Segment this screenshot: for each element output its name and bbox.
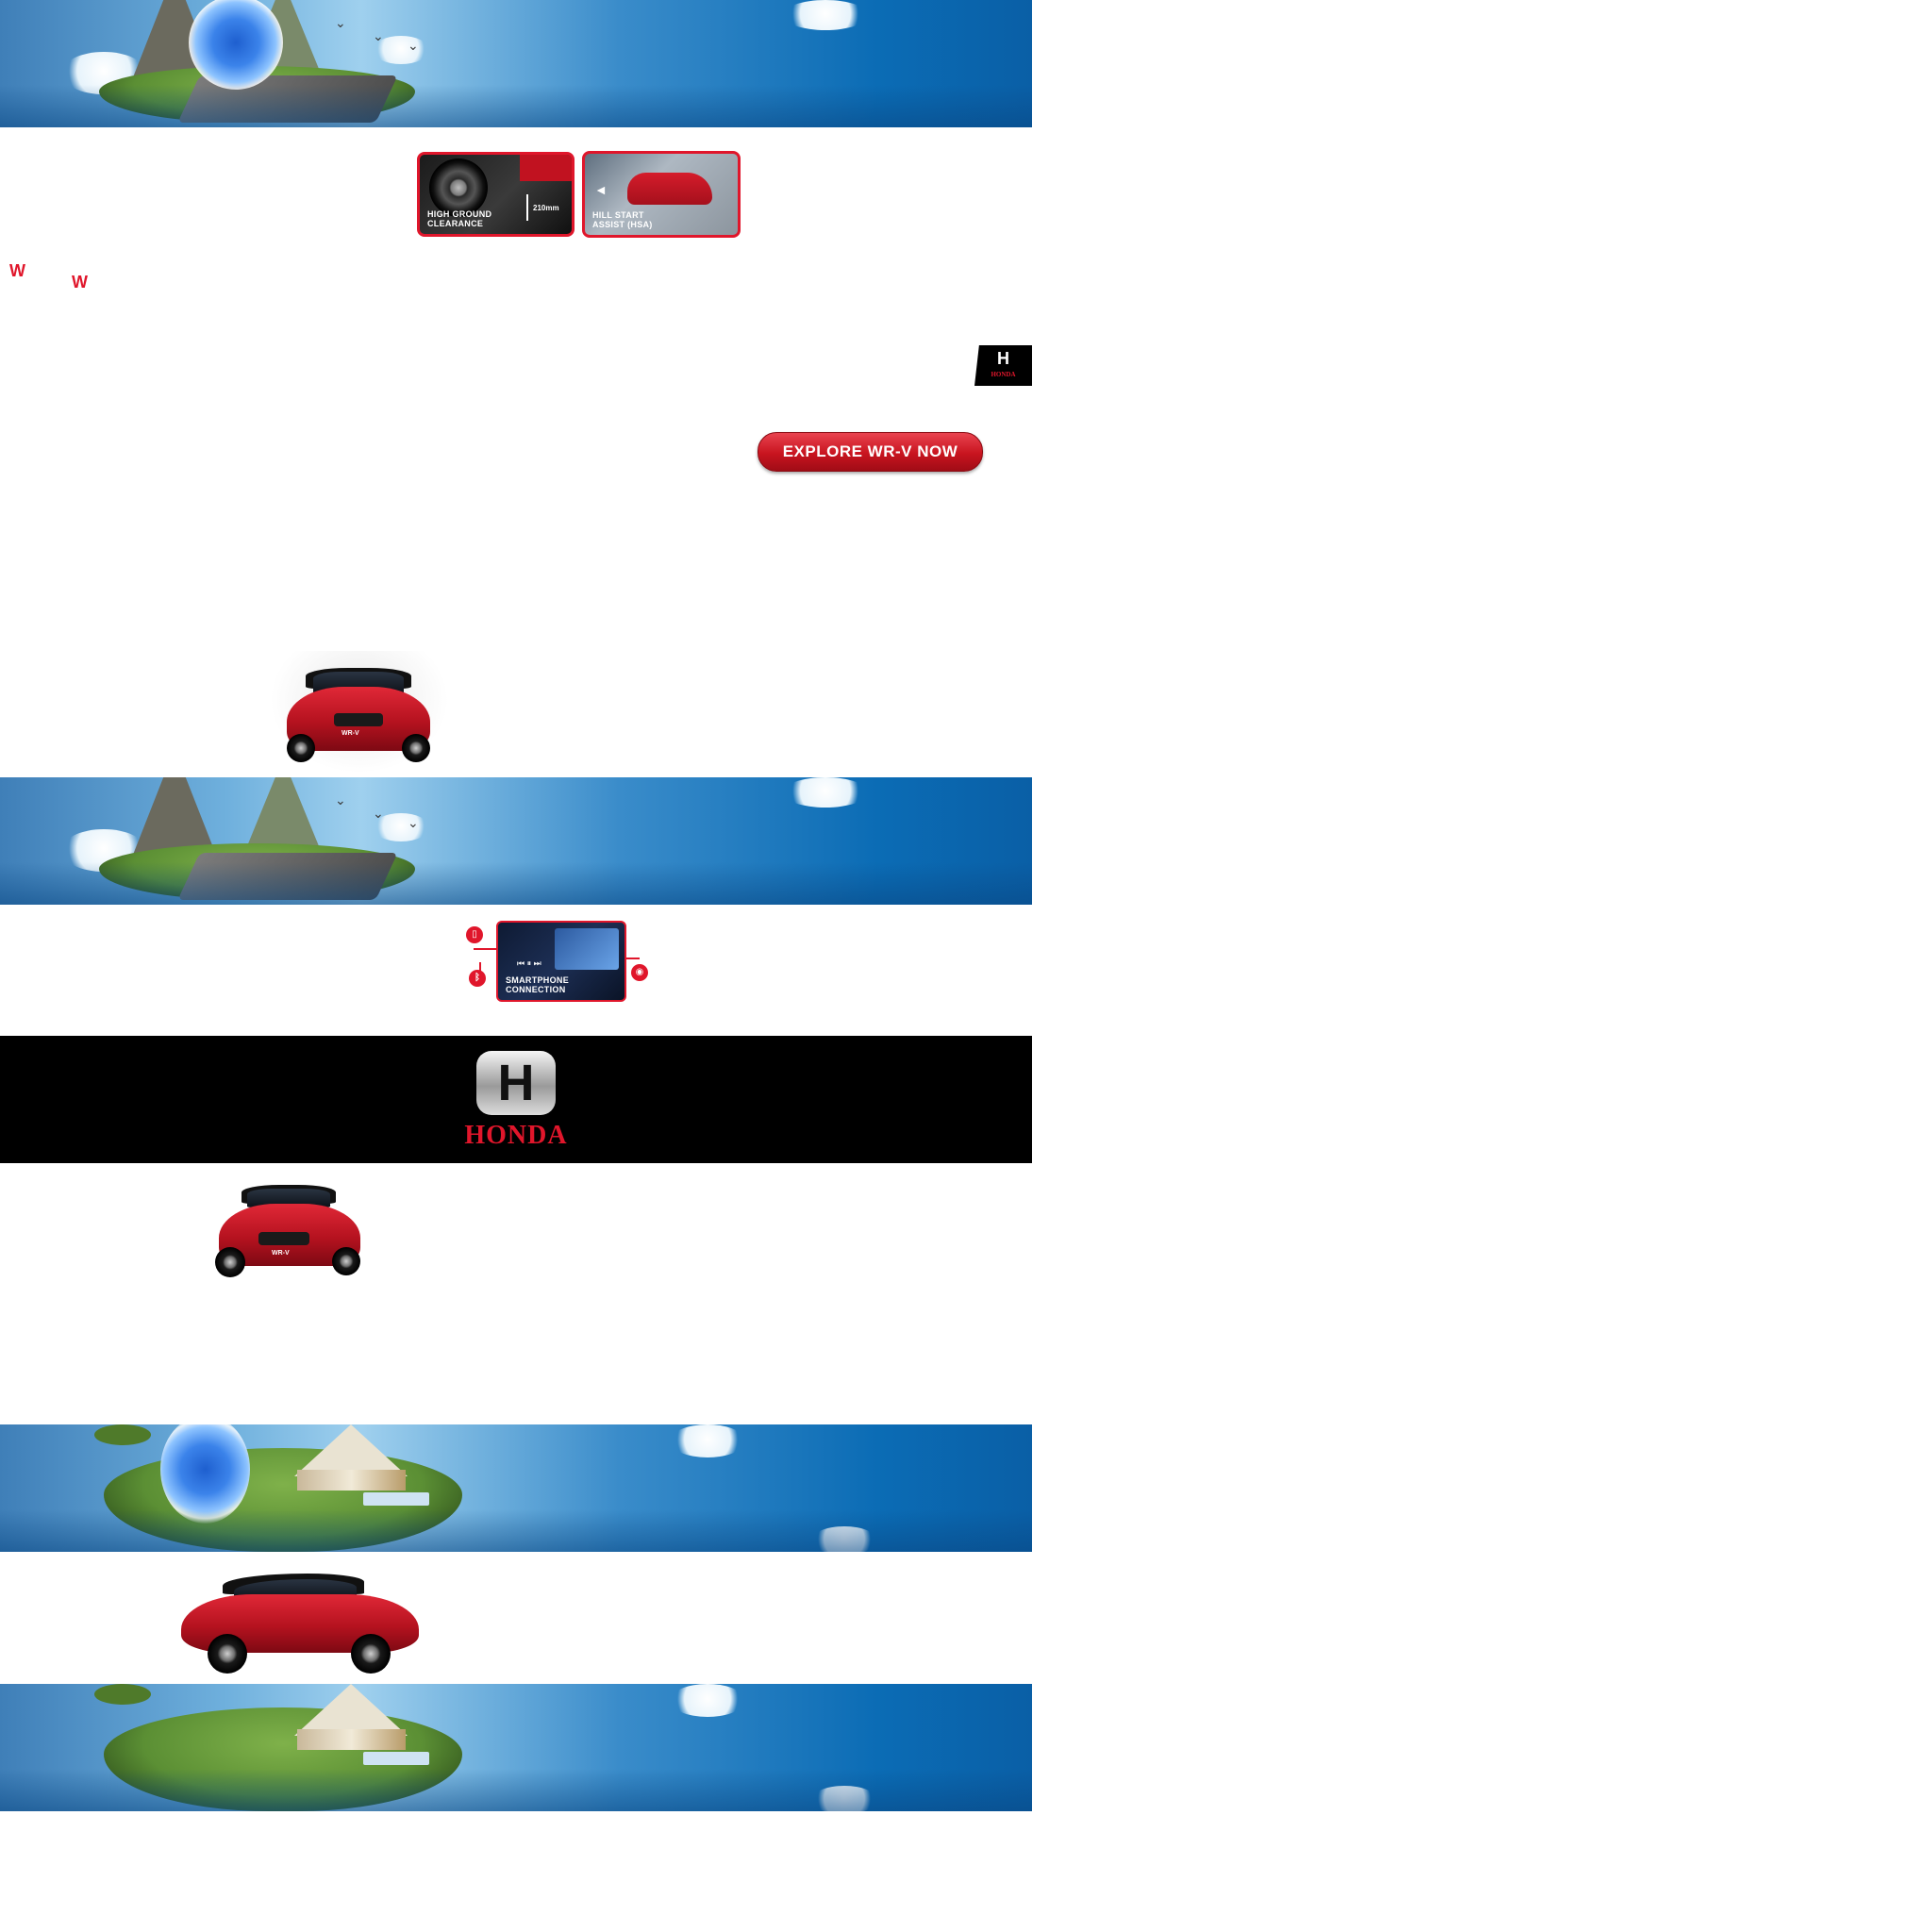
media-controls-icon: ⏮ ⏸ ⏭: [517, 958, 541, 968]
picnic-blanket: [363, 1492, 429, 1506]
honda-h-logo-icon: H: [476, 1051, 556, 1115]
feature-card-smartphone: ⏮ ⏸ ⏭ SMARTPHONE CONNECTION: [496, 921, 626, 1002]
bird-icon: ⌄: [373, 28, 384, 43]
feature-label: HILL START ASSIST (HSA): [592, 210, 653, 229]
decor-w-letter: W: [72, 273, 88, 291]
explore-wrv-button[interactable]: EXPLORE WR-V NOW: [758, 432, 983, 472]
feature-label: SMARTPHONE CONNECTION: [506, 975, 570, 994]
honda-wordmark: HONDA: [991, 371, 1016, 378]
bird-icon: ⌄: [408, 815, 419, 830]
arrow-left-icon: ◄: [594, 182, 608, 197]
wrv-car-three-quarter: WR-V: [213, 1179, 366, 1294]
honda-brand-bar: H HONDA: [0, 1036, 1032, 1163]
feature-card-hill-start: ◄ HILL START ASSIST (HSA): [582, 151, 741, 238]
tree: [94, 1424, 151, 1445]
clearance-measure: 210mm: [533, 204, 559, 212]
phone-icon: ▯: [466, 926, 483, 943]
picnic-blanket: [363, 1752, 429, 1765]
wrv-car-side: [177, 1570, 423, 1679]
honda-h-icon: H: [997, 349, 1009, 368]
feature-label: HIGH GROUND CLEARANCE: [427, 209, 492, 228]
hero-banner-mountain: ⌄ ⌄ ⌄: [0, 777, 1032, 905]
audio-icon: ◉: [631, 964, 648, 981]
portal: [160, 1424, 250, 1524]
banner-campsite: [0, 1684, 1032, 1811]
feature-card-ground-clearance: 210mm HIGH GROUND CLEARANCE: [417, 152, 575, 237]
tent: [294, 1684, 408, 1736]
bluetooth-icon: ᛒ: [469, 970, 486, 987]
decor-w-letter: W: [9, 261, 25, 280]
bird-icon: ⌄: [408, 38, 419, 53]
clearance-indicator: [526, 194, 528, 221]
honda-wordmark: HONDA: [464, 1121, 568, 1150]
car-body-fragment: [520, 155, 572, 181]
map-display: [555, 928, 619, 970]
hero-banner-mountain-portal: ⌄ ⌄ ⌄: [0, 0, 1032, 127]
bird-icon: ⌄: [335, 15, 346, 30]
tent: [294, 1424, 408, 1476]
wrv-badge: WR-V: [272, 1250, 290, 1257]
banner-campsite-portal: [0, 1424, 1032, 1552]
wheel-graphic: [429, 158, 488, 217]
bird-icon: ⌄: [335, 792, 346, 808]
wrv-badge: WR-V: [341, 730, 359, 737]
bird-icon: ⌄: [373, 806, 384, 821]
honda-logo-badge: H HONDA: [974, 345, 1032, 386]
wrv-car-front: WR-V: [270, 651, 449, 774]
car-graphic: [627, 173, 712, 205]
cloud: [783, 0, 868, 30]
